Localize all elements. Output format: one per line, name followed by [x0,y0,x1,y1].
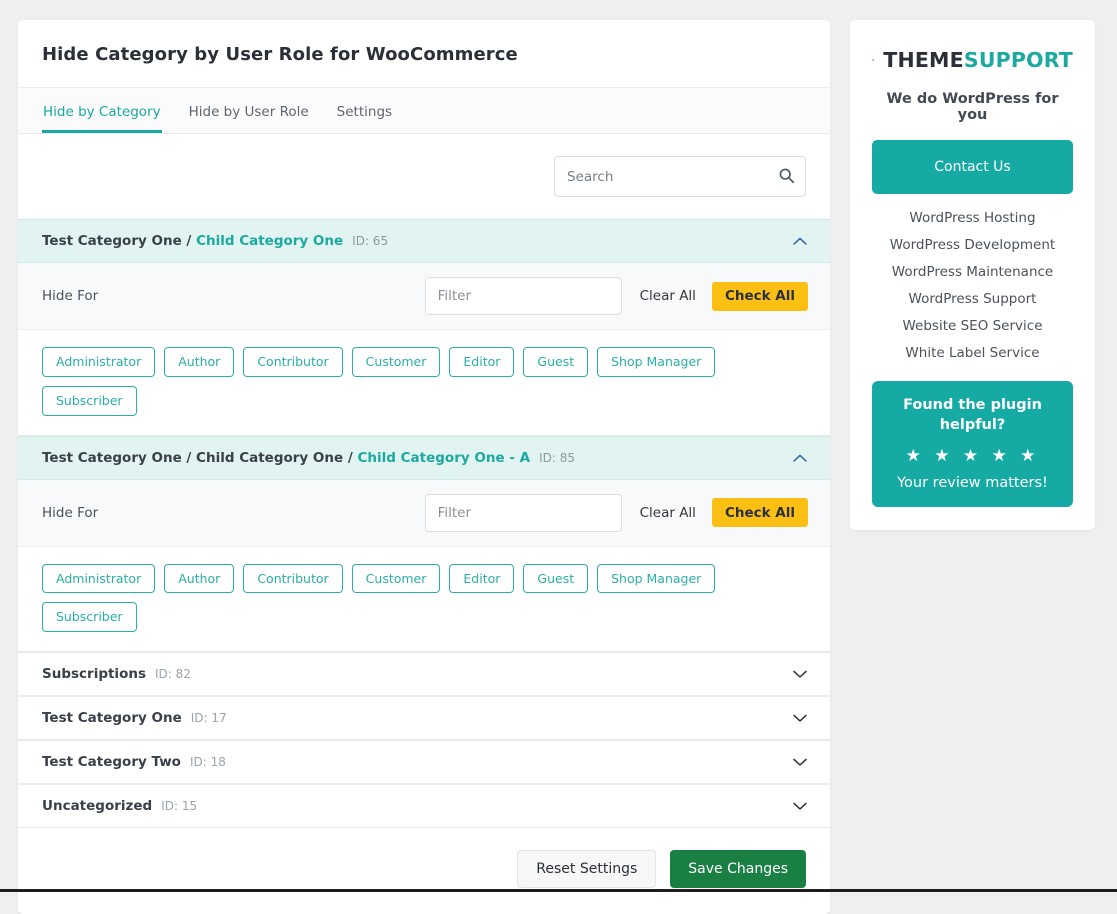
category-header-child-category-one-a[interactable]: Test Category One / Child Category One /… [18,436,830,480]
hide-for-row: Hide For Clear All Check All [18,480,830,547]
role-pill-contributor[interactable]: Contributor [243,347,342,377]
role-pill-group: Administrator Author Contributor Custome… [18,330,830,436]
category-header-test-category-two[interactable]: Test Category Two ID: 18 [18,740,830,784]
clear-all-button[interactable]: Clear All [640,288,696,304]
role-pill-contributor[interactable]: Contributor [243,564,342,594]
chevron-up-icon[interactable] [792,453,808,463]
check-all-button[interactable]: Check All [712,498,808,527]
hide-for-label: Hide For [42,288,425,304]
chevron-down-icon[interactable] [792,757,808,767]
contact-us-button[interactable]: Contact Us [872,140,1073,194]
filter-input[interactable] [425,277,622,315]
category-header-uncategorized[interactable]: Uncategorized ID: 15 [18,784,830,828]
category-label: Test Category One ID: 17 [42,710,227,726]
save-changes-button[interactable]: Save Changes [670,850,806,888]
link-wordpress-maintenance[interactable]: WordPress Maintenance [872,264,1073,280]
card-footer: Reset Settings Save Changes [18,828,830,914]
link-wordpress-support[interactable]: WordPress Support [872,291,1073,307]
category-id: ID: 17 [191,711,227,725]
link-wordpress-hosting[interactable]: WordPress Hosting [872,210,1073,226]
role-pill-author[interactable]: Author [164,564,234,594]
tab-bar: Hide by Category Hide by User Role Setti… [18,88,830,134]
category-breadcrumb: Test Category One / Child Category One [42,233,343,249]
hide-for-row: Hide For Clear All Check All [18,263,830,330]
link-website-seo-service[interactable]: Website SEO Service [872,318,1073,334]
tab-hide-by-user-role[interactable]: Hide by User Role [188,106,310,134]
card-header: Hide Category by User Role for WooCommer… [18,20,830,88]
brand-name-second: SUPPORT [964,48,1073,72]
role-pill-editor[interactable]: Editor [449,564,514,594]
hide-for-label: Hide For [42,505,425,521]
tab-hide-by-category[interactable]: Hide by Category [42,106,162,134]
review-subtitle: Your review matters! [884,475,1061,491]
category-label: Uncategorized ID: 15 [42,798,197,814]
link-white-label-service[interactable]: White Label Service [872,345,1073,361]
main-panel: Hide Category by User Role for WooCommer… [18,20,830,914]
category-header-test-category-one[interactable]: Test Category One ID: 17 [18,696,830,740]
chevron-up-icon[interactable] [792,236,808,246]
link-wordpress-development[interactable]: WordPress Development [872,237,1073,253]
category-label: Test Category One / Child Category One I… [42,233,388,249]
review-title: Found the plugin helpful? [884,396,1061,435]
brand-name: THEMESUPPORT [883,48,1073,72]
search-bar [18,134,830,219]
filter-input[interactable] [425,494,622,532]
page-title: Hide Category by User Role for WooCommer… [42,44,806,65]
category-id: ID: 85 [539,451,575,465]
category-id: ID: 65 [352,234,388,248]
check-all-button[interactable]: Check All [712,282,808,311]
category-name: Test Category One [42,710,182,726]
chevron-down-icon[interactable] [792,669,808,679]
chevron-down-icon[interactable] [792,713,808,723]
reset-settings-button[interactable]: Reset Settings [517,850,656,888]
category-name: Test Category Two [42,754,181,770]
category-header-child-category-one[interactable]: Test Category One / Child Category One I… [18,219,830,263]
role-pill-shop-manager[interactable]: Shop Manager [597,347,715,377]
category-name: Uncategorized [42,798,152,814]
service-links-list: WordPress Hosting WordPress Development … [872,210,1073,361]
category-name: Subscriptions [42,666,146,682]
role-pill-editor[interactable]: Editor [449,347,514,377]
brand: THEMESUPPORT [872,42,1073,78]
role-pill-shop-manager[interactable]: Shop Manager [597,564,715,594]
themesupport-asterisk-logo-icon [872,42,874,78]
search-field-wrapper [554,156,806,197]
role-pill-customer[interactable]: Customer [352,347,441,377]
role-pill-administrator[interactable]: Administrator [42,564,155,594]
clear-all-button[interactable]: Clear All [640,505,696,521]
category-header-subscriptions[interactable]: Subscriptions ID: 82 [18,652,830,696]
category-id: ID: 82 [155,667,191,681]
role-pill-author[interactable]: Author [164,347,234,377]
role-pill-subscriber[interactable]: Subscriber [42,386,137,416]
review-card[interactable]: Found the plugin helpful? ★ ★ ★ ★ ★ Your… [872,381,1073,507]
search-icon[interactable] [778,167,795,184]
role-pill-subscriber[interactable]: Subscriber [42,602,137,632]
tab-settings[interactable]: Settings [336,106,393,134]
role-pill-guest[interactable]: Guest [523,347,588,377]
category-label: Subscriptions ID: 82 [42,666,191,682]
sidebar-panel: THEMESUPPORT We do WordPress for you Con… [850,20,1095,530]
category-id: ID: 15 [161,799,197,813]
star-rating-icon[interactable]: ★ ★ ★ ★ ★ [884,446,1061,466]
role-pill-administrator[interactable]: Administrator [42,347,155,377]
role-pill-group: Administrator Author Contributor Custome… [18,547,830,653]
chevron-down-icon[interactable] [792,801,808,811]
role-pill-guest[interactable]: Guest [523,564,588,594]
brand-name-first: THEME [883,48,964,72]
search-input[interactable] [554,156,806,197]
category-label: Test Category Two ID: 18 [42,754,226,770]
brand-tagline: We do WordPress for you [872,91,1073,123]
page-container: Hide Category by User Role for WooCommer… [0,0,1117,914]
category-label: Test Category One / Child Category One /… [42,450,575,466]
category-id: ID: 18 [190,755,226,769]
role-pill-customer[interactable]: Customer [352,564,441,594]
category-breadcrumb: Test Category One / Child Category One /… [42,450,530,466]
